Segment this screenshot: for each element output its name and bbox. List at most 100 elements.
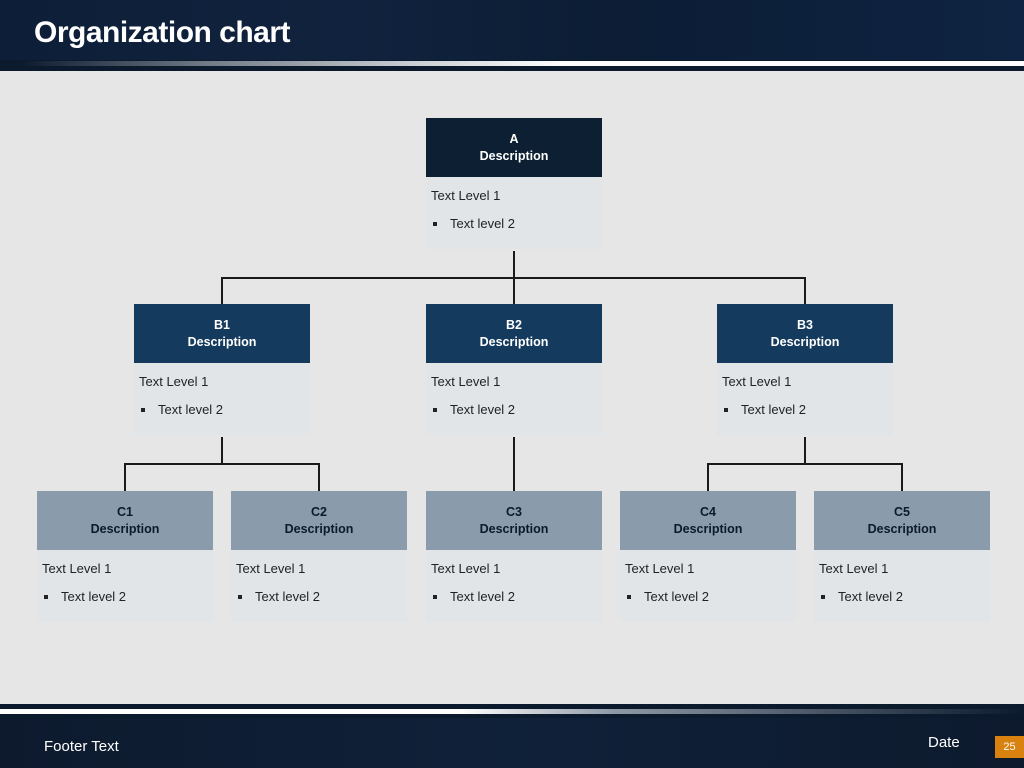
page-number-badge: 25 [995, 736, 1024, 758]
connector-a-down [513, 251, 515, 278]
text-level-2-item: Text level 2 [236, 587, 402, 607]
org-node-c1: C1 Description Text Level 1 Text level 2 [37, 491, 213, 622]
node-id: B2 [506, 317, 522, 332]
node-header: B1 Description [134, 304, 310, 363]
text-level-2: Text level 2 [61, 589, 127, 604]
connector-b2-up [513, 277, 515, 305]
node-description: Description [90, 521, 160, 536]
node-header: C1 Description [37, 491, 213, 550]
org-node-c4: C4 Description Text Level 1 Text level 2 [620, 491, 796, 622]
connector-c5-up [901, 463, 903, 491]
node-description: Description [770, 334, 840, 349]
node-header: B2 Description [426, 304, 602, 363]
text-level-2-item: Text level 2 [139, 400, 305, 420]
bullet-icon [433, 595, 437, 599]
node-id: C5 [894, 504, 910, 519]
text-level-2: Text level 2 [644, 589, 710, 604]
text-level-1: Text Level 1 [431, 188, 501, 203]
text-level-2-item: Text level 2 [431, 214, 597, 234]
text-level-1: Text Level 1 [236, 561, 306, 576]
node-body: Text Level 1 Text level 2 [814, 550, 990, 622]
text-level-1: Text Level 1 [819, 561, 889, 576]
node-body: Text Level 1 Text level 2 [426, 550, 602, 622]
connector-c4c5-horizontal [707, 463, 903, 465]
node-body: Text Level 1 Text level 2 [426, 177, 602, 249]
connector-b3-up [804, 277, 806, 305]
text-level-2: Text level 2 [838, 589, 904, 604]
node-id: B3 [797, 317, 813, 332]
text-level-2-item: Text level 2 [722, 400, 888, 420]
node-body: Text Level 1 Text level 2 [37, 550, 213, 622]
bullet-icon [433, 222, 437, 226]
node-id: A [509, 131, 519, 146]
text-level-1: Text Level 1 [139, 374, 209, 389]
text-level-2: Text level 2 [450, 216, 516, 231]
header-divider [0, 60, 1024, 71]
connector-b1-up [221, 277, 223, 305]
text-level-2-item: Text level 2 [625, 587, 791, 607]
node-id: C3 [506, 504, 522, 519]
node-description: Description [284, 521, 354, 536]
connector-b3-down [804, 437, 806, 464]
bullet-icon [433, 408, 437, 412]
node-description: Description [479, 148, 549, 163]
text-level-2: Text level 2 [450, 402, 516, 417]
node-body: Text Level 1 Text level 2 [426, 363, 602, 435]
bullet-icon [141, 408, 145, 412]
text-level-2-item: Text level 2 [431, 587, 597, 607]
bullet-icon [821, 595, 825, 599]
text-level-2-item: Text level 2 [42, 587, 208, 607]
page-title: Organization chart [34, 16, 291, 49]
connector-c1c2-horizontal [124, 463, 320, 465]
text-level-1: Text Level 1 [431, 374, 501, 389]
bullet-icon [44, 595, 48, 599]
org-node-c5: C5 Description Text Level 1 Text level 2 [814, 491, 990, 622]
org-node-a: A Description Text Level 1 Text level 2 [426, 118, 602, 249]
text-level-1: Text Level 1 [431, 561, 501, 576]
text-level-2: Text level 2 [741, 402, 807, 417]
node-id: C2 [311, 504, 327, 519]
footer-date: Date [928, 734, 960, 751]
connector-c2-up [318, 463, 320, 491]
bullet-icon [627, 595, 631, 599]
connector-b1-down [221, 437, 223, 464]
connector-c4-up [707, 463, 709, 491]
node-header: A Description [426, 118, 602, 177]
footer-divider [0, 704, 1024, 718]
footer-text: Footer Text [44, 738, 119, 755]
org-node-b3: B3 Description Text Level 1 Text level 2 [717, 304, 893, 435]
node-body: Text Level 1 Text level 2 [620, 550, 796, 622]
node-header: C3 Description [426, 491, 602, 550]
node-body: Text Level 1 Text level 2 [717, 363, 893, 435]
node-description: Description [187, 334, 257, 349]
header-banner: Organization chart [0, 0, 1024, 60]
org-node-c3: C3 Description Text Level 1 Text level 2 [426, 491, 602, 622]
node-id: B1 [214, 317, 230, 332]
node-header: C4 Description [620, 491, 796, 550]
text-level-2-item: Text level 2 [819, 587, 985, 607]
text-level-2-item: Text level 2 [431, 400, 597, 420]
node-header: B3 Description [717, 304, 893, 363]
node-body: Text Level 1 Text level 2 [134, 363, 310, 435]
text-level-2: Text level 2 [255, 589, 321, 604]
text-level-1: Text Level 1 [42, 561, 112, 576]
node-description: Description [673, 521, 743, 536]
node-id: C1 [117, 504, 133, 519]
text-level-1: Text Level 1 [722, 374, 792, 389]
bullet-icon [724, 408, 728, 412]
org-node-c2: C2 Description Text Level 1 Text level 2 [231, 491, 407, 622]
connector-b2-c3 [513, 437, 515, 491]
text-level-1: Text Level 1 [625, 561, 695, 576]
connector-c1-up [124, 463, 126, 491]
node-description: Description [479, 334, 549, 349]
node-id: C4 [700, 504, 716, 519]
text-level-2: Text level 2 [450, 589, 516, 604]
node-body: Text Level 1 Text level 2 [231, 550, 407, 622]
node-description: Description [479, 521, 549, 536]
org-node-b2: B2 Description Text Level 1 Text level 2 [426, 304, 602, 435]
org-node-b1: B1 Description Text Level 1 Text level 2 [134, 304, 310, 435]
node-description: Description [867, 521, 937, 536]
footer: Footer Text Date 25 [0, 718, 1024, 768]
node-header: C2 Description [231, 491, 407, 550]
bullet-icon [238, 595, 242, 599]
